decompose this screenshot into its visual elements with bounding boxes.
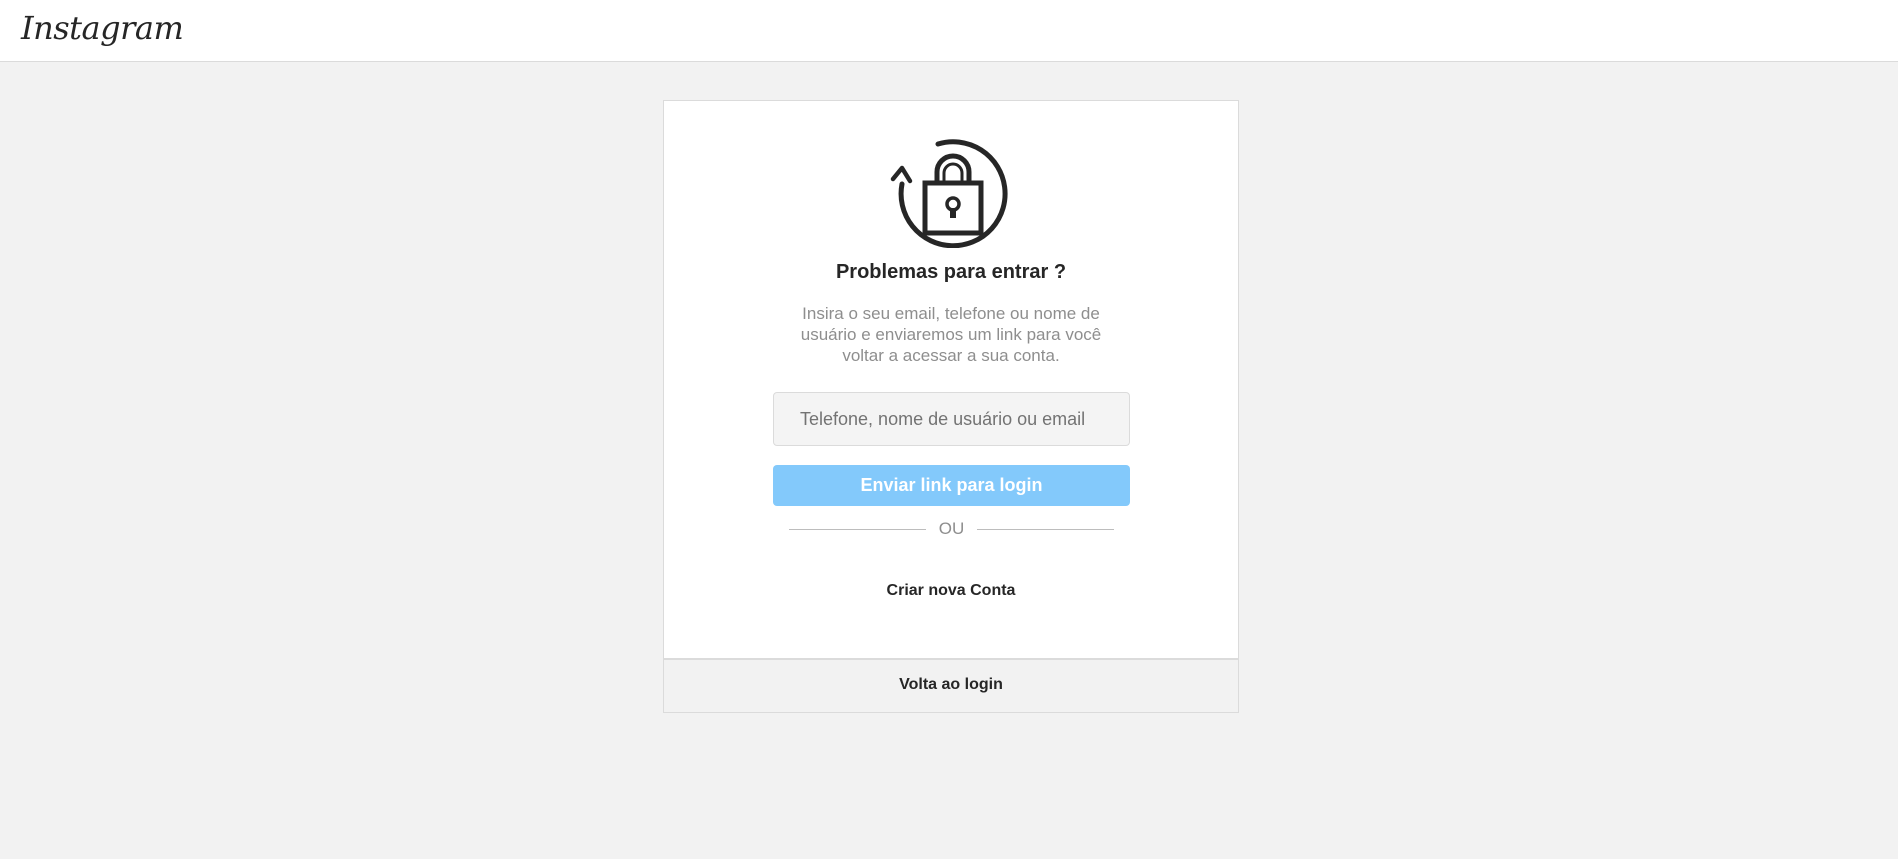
- top-bar: Instagram: [0, 0, 1898, 62]
- card-footer: Volta ao login: [663, 659, 1239, 713]
- send-login-link-button[interactable]: Enviar link para login: [773, 465, 1130, 506]
- divider-line-right: [977, 529, 1114, 530]
- reset-password-card: Problemas para entrar ? Insira o seu ema…: [663, 100, 1239, 659]
- instagram-logo[interactable]: Instagram: [21, 6, 184, 50]
- identifier-input[interactable]: [773, 392, 1130, 446]
- create-account-link[interactable]: Criar nova Conta: [664, 582, 1238, 600]
- or-divider: OU: [789, 517, 1114, 539]
- instructions-text: Insira o seu email, telefone ou nome de …: [800, 304, 1102, 365]
- page-title: Problemas para entrar ?: [835, 261, 1067, 283]
- back-to-login-link[interactable]: Volta ao login: [664, 676, 1238, 694]
- lock-refresh-icon: [887, 132, 1017, 249]
